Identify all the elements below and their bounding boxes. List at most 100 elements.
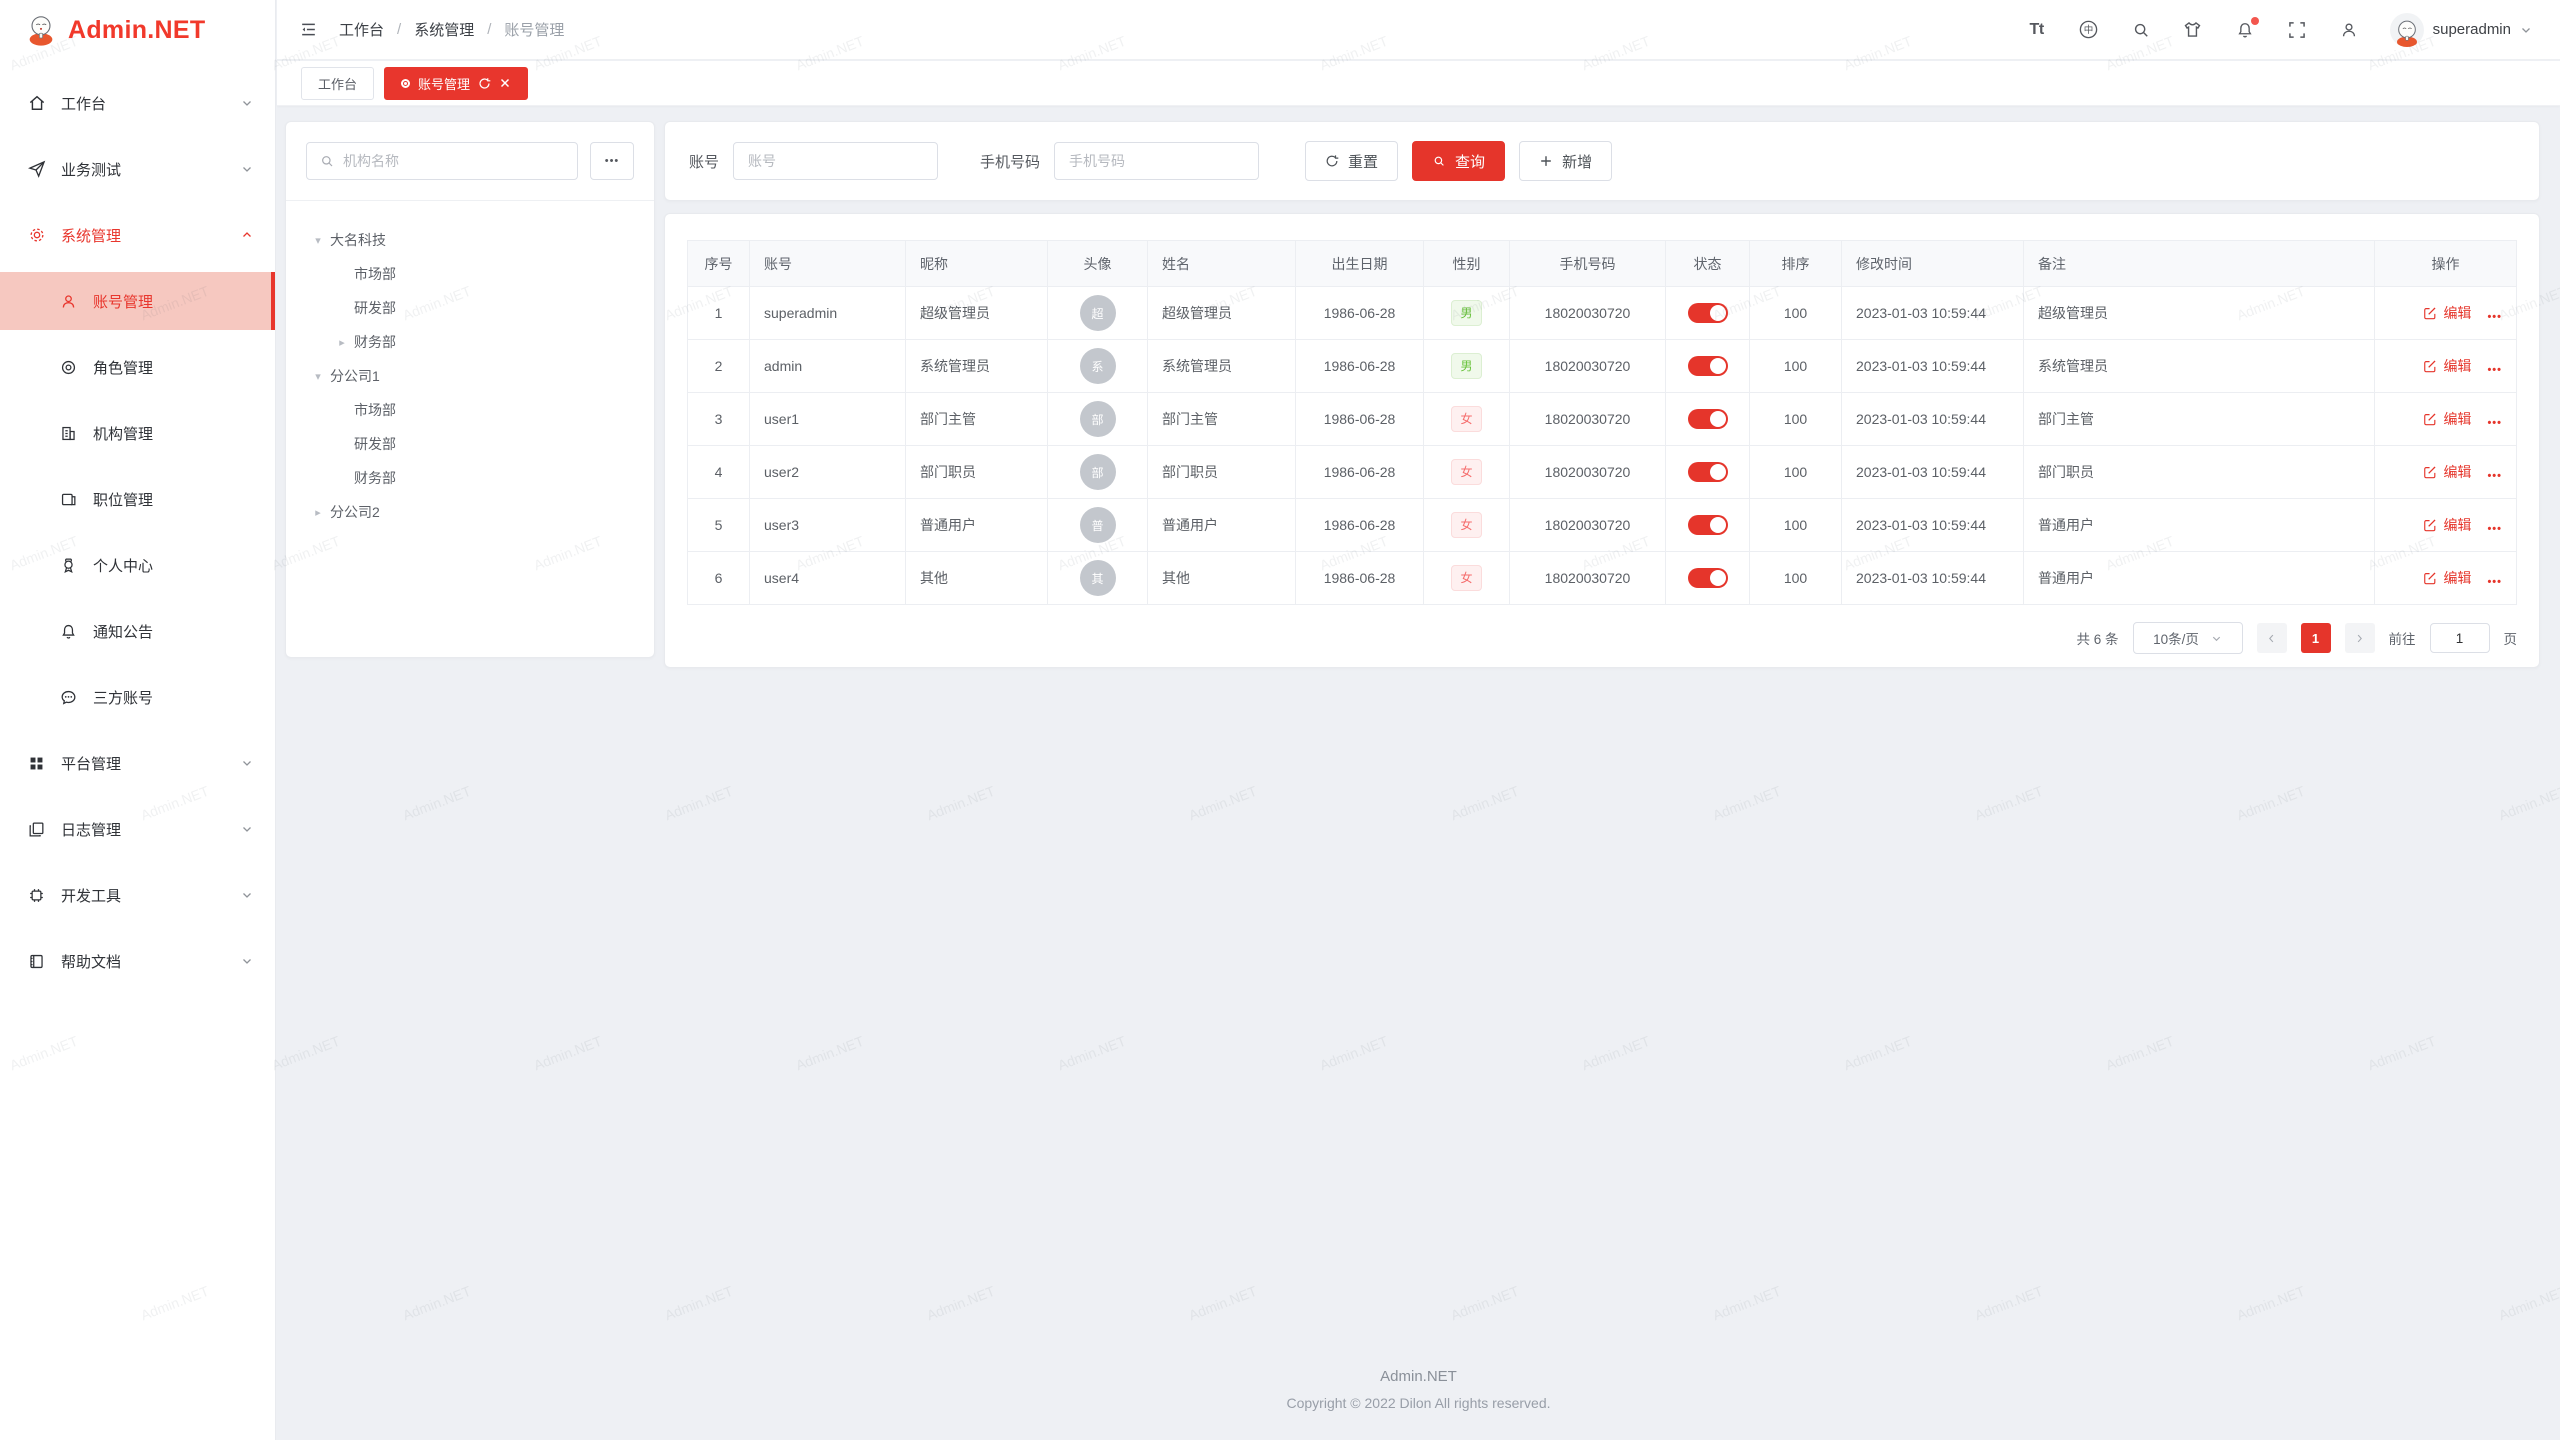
status-toggle[interactable] bbox=[1688, 409, 1728, 429]
more-actions-button[interactable]: ••• bbox=[2487, 470, 2502, 482]
sidebar-item-platform-management[interactable]: 平台管理 bbox=[0, 734, 275, 792]
goto-page-input[interactable] bbox=[2430, 623, 2490, 653]
phone-input[interactable] bbox=[1054, 142, 1259, 180]
language-icon[interactable]: 中 bbox=[2078, 19, 2100, 41]
sidebar-item-label: 工作台 bbox=[61, 93, 106, 114]
org-search-input[interactable] bbox=[343, 153, 565, 169]
tab-close-icon[interactable] bbox=[499, 77, 511, 89]
sidebar-item-notice[interactable]: 通知公告 bbox=[0, 602, 275, 660]
tree-node[interactable]: ▾大名科技 bbox=[306, 223, 634, 257]
gear-icon bbox=[26, 225, 47, 246]
reset-button[interactable]: 重置 bbox=[1305, 141, 1398, 181]
font-size-icon[interactable]: Tt bbox=[2026, 19, 2048, 41]
chevron-down-icon bbox=[241, 955, 253, 967]
sidebar-item-system-management[interactable]: 系统管理 bbox=[0, 206, 275, 264]
col-gender: 性别 bbox=[1424, 241, 1510, 287]
status-toggle[interactable] bbox=[1688, 515, 1728, 535]
edit-button[interactable]: 编辑 bbox=[2423, 568, 2471, 588]
caret-icon[interactable]: ▾ bbox=[306, 234, 330, 247]
col-name: 姓名 bbox=[1148, 241, 1296, 287]
account-input[interactable] bbox=[733, 142, 938, 180]
status-toggle[interactable] bbox=[1688, 303, 1728, 323]
tree-node[interactable]: 市场部 bbox=[330, 257, 634, 291]
sidebar-item-role-management[interactable]: 角色管理 bbox=[0, 338, 275, 396]
sidebar-item-help-docs[interactable]: 帮助文档 bbox=[0, 932, 275, 990]
cell-avatar: 超 bbox=[1048, 287, 1148, 340]
org-search-box bbox=[306, 142, 578, 180]
status-toggle[interactable] bbox=[1688, 356, 1728, 376]
current-page-button[interactable]: 1 bbox=[2301, 623, 2331, 653]
sidebar-item-account-management[interactable]: 账号管理 bbox=[0, 272, 275, 330]
tree-node[interactable]: ▾分公司1 bbox=[306, 359, 634, 393]
sidebar-item-dev-tools[interactable]: 开发工具 bbox=[0, 866, 275, 924]
user-menu[interactable]: superadmin bbox=[2390, 13, 2532, 47]
tab-workbench[interactable]: 工作台 bbox=[301, 67, 374, 100]
tag-view-bar: 工作台 账号管理 bbox=[277, 61, 2560, 106]
cell-account: user3 bbox=[750, 499, 906, 552]
tree-node[interactable]: 研发部 bbox=[330, 291, 634, 325]
edit-button[interactable]: 编辑 bbox=[2423, 462, 2471, 482]
sidebar-item-third-party-account[interactable]: 三方账号 bbox=[0, 668, 275, 726]
more-actions-button[interactable]: ••• bbox=[2487, 417, 2502, 429]
cell-nickname: 普通用户 bbox=[906, 499, 1048, 552]
cell-mtime: 2023-01-03 10:59:44 bbox=[1842, 393, 2024, 446]
tree-node[interactable]: ▸财务部 bbox=[330, 325, 634, 359]
cell-no: 3 bbox=[688, 393, 750, 446]
more-actions-button[interactable]: ••• bbox=[2487, 311, 2502, 323]
watermark-text: Admin.NET bbox=[794, 1033, 867, 1074]
sidebar-item-org-management[interactable]: 机构管理 bbox=[0, 404, 275, 462]
search-icon[interactable] bbox=[2130, 19, 2152, 41]
org-more-button[interactable]: ••• bbox=[590, 142, 634, 180]
sidebar-item-label: 个人中心 bbox=[93, 555, 153, 576]
cell-account: user1 bbox=[750, 393, 906, 446]
caret-icon[interactable]: ▾ bbox=[306, 370, 330, 383]
cell-phone: 18020030720 bbox=[1510, 446, 1666, 499]
next-page-button[interactable] bbox=[2345, 623, 2375, 653]
more-actions-button[interactable]: ••• bbox=[2487, 523, 2502, 535]
user-icon bbox=[58, 291, 79, 312]
tree-node[interactable]: 财务部 bbox=[330, 461, 634, 495]
sidebar-submenu-system: 账号管理 角色管理 机构管理 职位管理 个人中心 bbox=[0, 272, 275, 726]
table-row: 1 superadmin 超级管理员 超 超级管理员 1986-06-28 男 … bbox=[688, 287, 2517, 340]
watermark-text: Admin.NET bbox=[2497, 1283, 2560, 1324]
caret-icon[interactable]: ▸ bbox=[306, 506, 330, 519]
notification-bell-icon[interactable] bbox=[2234, 19, 2256, 41]
edit-button[interactable]: 编辑 bbox=[2423, 356, 2471, 376]
more-actions-button[interactable]: ••• bbox=[2487, 576, 2502, 588]
person-icon[interactable] bbox=[2338, 19, 2360, 41]
home-icon bbox=[26, 93, 47, 114]
sidebar-item-profile-center[interactable]: 个人中心 bbox=[0, 536, 275, 594]
page-size-select[interactable]: 10条/页 bbox=[2133, 622, 2243, 654]
query-button[interactable]: 查询 bbox=[1412, 141, 1505, 181]
tree-node[interactable]: 研发部 bbox=[330, 427, 634, 461]
add-button[interactable]: 新增 bbox=[1519, 141, 1612, 181]
edit-button[interactable]: 编辑 bbox=[2423, 515, 2471, 535]
tree-node[interactable]: ▸分公司2 bbox=[306, 495, 634, 529]
cell-nickname: 超级管理员 bbox=[906, 287, 1048, 340]
sidebar-item-position-management[interactable]: 职位管理 bbox=[0, 470, 275, 528]
col-avatar: 头像 bbox=[1048, 241, 1148, 287]
sidebar-item-workbench[interactable]: 工作台 bbox=[0, 74, 275, 132]
breadcrumb-item[interactable]: 系统管理 bbox=[414, 19, 474, 40]
sidebar-item-log-management[interactable]: 日志管理 bbox=[0, 800, 275, 858]
menu-fold-icon[interactable] bbox=[299, 20, 318, 39]
col-no: 序号 bbox=[688, 241, 750, 287]
caret-icon[interactable]: ▸ bbox=[330, 336, 354, 349]
cell-status bbox=[1666, 446, 1750, 499]
theme-skin-icon[interactable] bbox=[2182, 19, 2204, 41]
tab-refresh-icon[interactable] bbox=[478, 77, 491, 90]
tree-node[interactable]: 市场部 bbox=[330, 393, 634, 427]
page-size-value: 10条/页 bbox=[2153, 628, 2199, 648]
tab-account-management[interactable]: 账号管理 bbox=[384, 67, 528, 100]
prev-page-button[interactable] bbox=[2257, 623, 2287, 653]
breadcrumb-separator: / bbox=[487, 21, 491, 38]
edit-button[interactable]: 编辑 bbox=[2423, 409, 2471, 429]
sidebar-item-business-test[interactable]: 业务测试 bbox=[0, 140, 275, 198]
status-toggle[interactable] bbox=[1688, 462, 1728, 482]
status-toggle[interactable] bbox=[1688, 568, 1728, 588]
more-actions-button[interactable]: ••• bbox=[2487, 364, 2502, 376]
breadcrumb-item[interactable]: 工作台 bbox=[339, 19, 384, 40]
watermark-text: Admin.NET bbox=[1318, 1033, 1391, 1074]
fullscreen-icon[interactable] bbox=[2286, 19, 2308, 41]
edit-button[interactable]: 编辑 bbox=[2423, 303, 2471, 323]
